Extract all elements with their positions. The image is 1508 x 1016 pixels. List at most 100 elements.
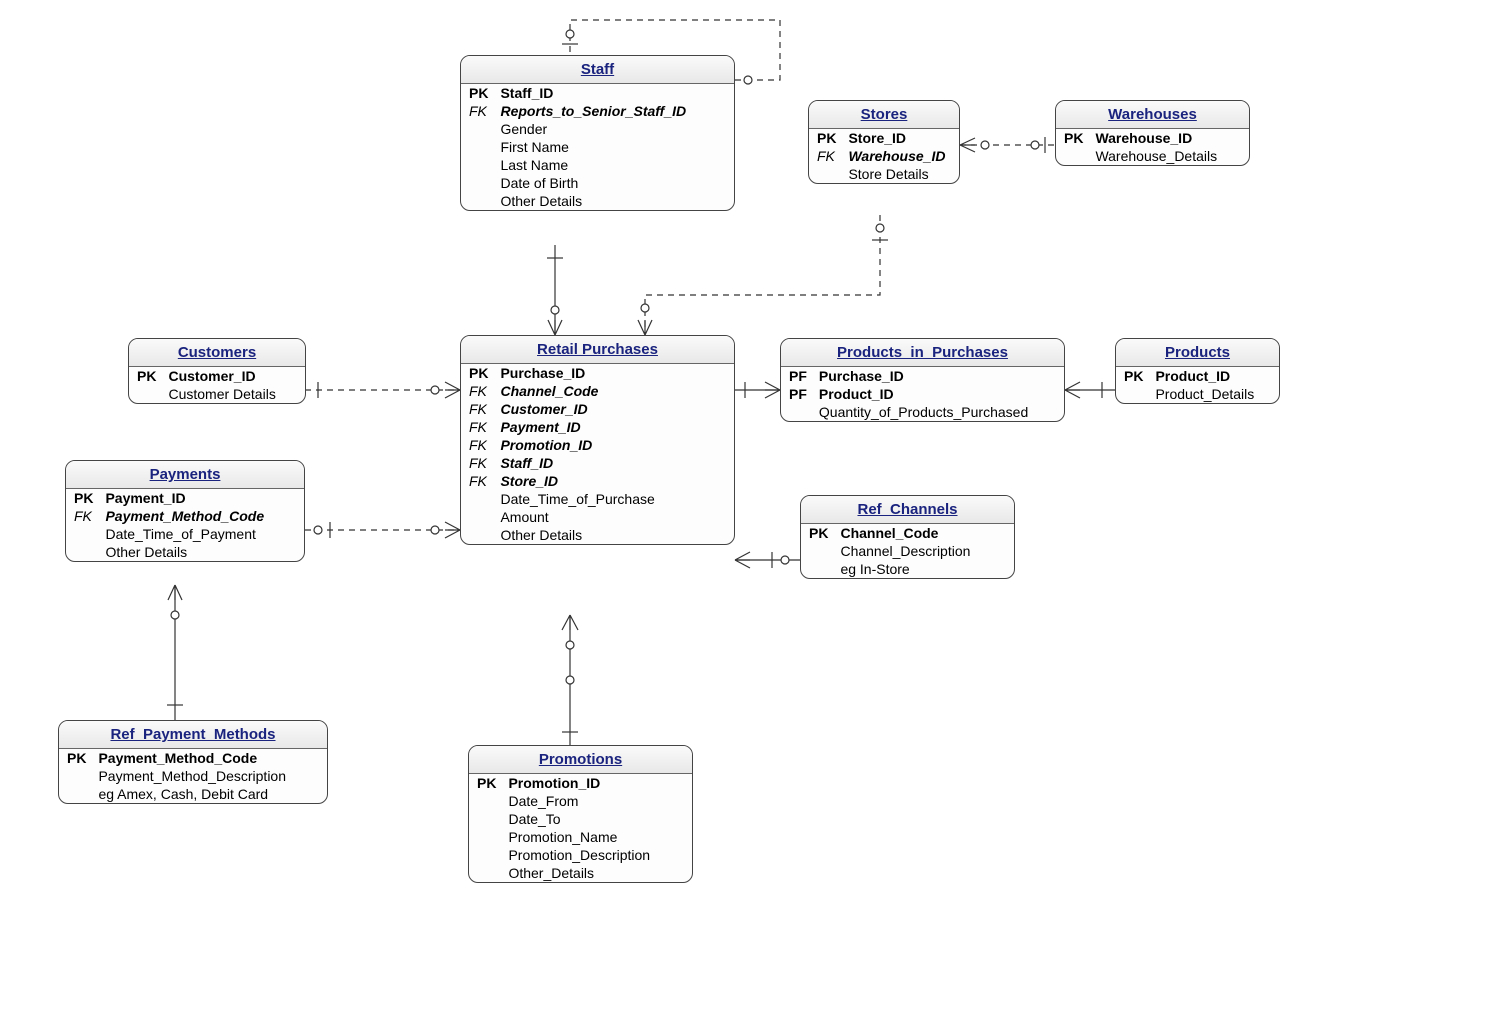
attribute-row: Product_Details (1116, 385, 1279, 403)
attribute-name: Date_To (502, 810, 692, 828)
entity-warehouses[interactable]: Warehouses PKWarehouse_IDWarehouse_Detai… (1055, 100, 1250, 166)
entity-title: Customers (129, 339, 305, 367)
entity-customers[interactable]: Customers PKCustomer_IDCustomer Details (128, 338, 306, 404)
entity-products-in-purchases[interactable]: Products_in_Purchases PFPurchase_IDPFPro… (780, 338, 1065, 422)
attribute-key: PK (469, 774, 502, 792)
attribute-key: FK (461, 400, 494, 418)
attribute-name: Store_ID (494, 472, 734, 490)
attribute-key (59, 785, 92, 803)
attribute-name: Promotion_ID (494, 436, 734, 454)
attribute-row: FKPayment_ID (461, 418, 734, 436)
attribute-row: PKPurchase_ID (461, 364, 734, 382)
attribute-key (1116, 385, 1149, 403)
attribute-key (129, 385, 162, 403)
attribute-row: PKPayment_ID (66, 489, 304, 507)
entity-body: PKChannel_CodeChannel_Descriptioneg In-S… (801, 524, 1014, 578)
attribute-key: PK (809, 129, 842, 147)
attribute-key: PF (781, 385, 813, 403)
attribute-key: PK (461, 364, 494, 382)
attribute-name: Customer_ID (162, 367, 305, 385)
attribute-row: Other Details (461, 192, 734, 210)
attribute-key (461, 138, 494, 156)
attribute-name: Payment_ID (494, 418, 734, 436)
attribute-key (469, 810, 502, 828)
attribute-key (801, 542, 834, 560)
attribute-key: FK (461, 472, 494, 490)
entity-retail-purchases[interactable]: Retail Purchases PKPurchase_IDFKChannel_… (460, 335, 735, 545)
attribute-row: Quantity_of_Products_Purchased (781, 403, 1064, 421)
entity-body: PKStaff_IDFKReports_to_Senior_Staff_IDGe… (461, 84, 734, 210)
attribute-row: Amount (461, 508, 734, 526)
attribute-row: PKStaff_ID (461, 84, 734, 102)
attribute-key: FK (461, 418, 494, 436)
entity-title: Promotions (469, 746, 692, 774)
attribute-row: Date_From (469, 792, 692, 810)
attribute-key: PK (1116, 367, 1149, 385)
attribute-row: FKCustomer_ID (461, 400, 734, 418)
attribute-key (461, 156, 494, 174)
attribute-row: First Name (461, 138, 734, 156)
attribute-name: Warehouse_Details (1089, 147, 1249, 165)
entity-title: Products (1116, 339, 1279, 367)
entity-ref-payment-methods[interactable]: Ref_Payment_Methods PKPayment_Method_Cod… (58, 720, 328, 804)
attribute-row: FKChannel_Code (461, 382, 734, 400)
entity-body: PKPurchase_IDFKChannel_CodeFKCustomer_ID… (461, 364, 734, 544)
attribute-row: PKProduct_ID (1116, 367, 1279, 385)
attribute-key (461, 174, 494, 192)
entity-ref-channels[interactable]: Ref_Channels PKChannel_CodeChannel_Descr… (800, 495, 1015, 579)
attribute-row: Other_Details (469, 864, 692, 882)
entity-body: PKCustomer_IDCustomer Details (129, 367, 305, 403)
attribute-row: PKWarehouse_ID (1056, 129, 1249, 147)
entity-title: Payments (66, 461, 304, 489)
attribute-key: PK (461, 84, 494, 102)
entity-title: Stores (809, 101, 959, 129)
attribute-row: Date_Time_of_Purchase (461, 490, 734, 508)
attribute-name: Reports_to_Senior_Staff_ID (494, 102, 734, 120)
attribute-key: FK (66, 507, 99, 525)
attribute-key: PK (59, 749, 92, 767)
attribute-key: PK (66, 489, 99, 507)
entity-body: PKPromotion_IDDate_FromDate_ToPromotion_… (469, 774, 692, 882)
attribute-key (66, 543, 99, 561)
attribute-row: PKPayment_Method_Code (59, 749, 327, 767)
attribute-key (461, 192, 494, 210)
attribute-row: Date of Birth (461, 174, 734, 192)
attribute-row: Last Name (461, 156, 734, 174)
attribute-key (469, 828, 502, 846)
attribute-key (461, 508, 494, 526)
entity-body: PKWarehouse_IDWarehouse_Details (1056, 129, 1249, 165)
attribute-row: Store Details (809, 165, 959, 183)
er-diagram-canvas: Staff PKStaff_IDFKReports_to_Senior_Staf… (0, 0, 1508, 1016)
attribute-row: FKPayment_Method_Code (66, 507, 304, 525)
attribute-row: Promotion_Description (469, 846, 692, 864)
attribute-key: PK (129, 367, 162, 385)
attribute-name: Product_Details (1149, 385, 1279, 403)
attribute-name: Promotion_Description (502, 846, 692, 864)
attribute-row: PKChannel_Code (801, 524, 1014, 542)
attribute-row: Promotion_Name (469, 828, 692, 846)
attribute-name: Channel_Code (494, 382, 734, 400)
attribute-name: Promotion_ID (502, 774, 692, 792)
attribute-row: FKPromotion_ID (461, 436, 734, 454)
attribute-key (469, 792, 502, 810)
attribute-name: Payment_ID (99, 489, 304, 507)
attribute-row: Other Details (66, 543, 304, 561)
attribute-key: FK (461, 436, 494, 454)
entity-products[interactable]: Products PKProduct_IDProduct_Details (1115, 338, 1280, 404)
attribute-row: eg In-Store (801, 560, 1014, 578)
attribute-row: FKStaff_ID (461, 454, 734, 472)
entity-payments[interactable]: Payments PKPayment_IDFKPayment_Method_Co… (65, 460, 305, 562)
entity-promotions[interactable]: Promotions PKPromotion_IDDate_FromDate_T… (468, 745, 693, 883)
attribute-key: PF (781, 367, 813, 385)
attribute-name: Store_ID (842, 129, 959, 147)
attribute-row: FKReports_to_Senior_Staff_ID (461, 102, 734, 120)
attribute-name: Customer Details (162, 385, 305, 403)
entity-title: Ref_Payment_Methods (59, 721, 327, 749)
entity-staff[interactable]: Staff PKStaff_IDFKReports_to_Senior_Staf… (460, 55, 735, 211)
entity-stores[interactable]: Stores PKStore_IDFKWarehouse_IDStore Det… (808, 100, 960, 184)
entity-body: PKProduct_IDProduct_Details (1116, 367, 1279, 403)
attribute-row: Date_To (469, 810, 692, 828)
entity-body: PKPayment_Method_CodePayment_Method_Desc… (59, 749, 327, 803)
entity-title: Retail Purchases (461, 336, 734, 364)
attribute-name: Purchase_ID (813, 367, 1064, 385)
